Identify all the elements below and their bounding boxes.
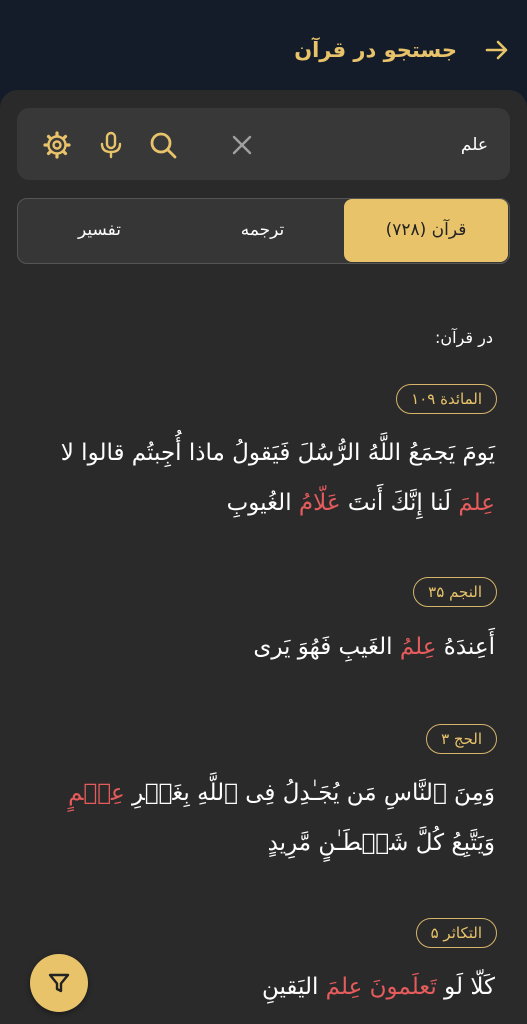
verse-text[interactable]: كَلّا لَو تَعلَمونَ عِلمَ اليَقينِ [33, 962, 495, 1012]
highlighted-match: عِلمَ [458, 490, 495, 516]
search-input[interactable] [316, 126, 490, 164]
verse-segment: الغُيوبِ [226, 490, 299, 516]
tab-tafsir[interactable]: تفسیر [18, 199, 181, 262]
highlighted-match: عِلۡمٍ [68, 780, 125, 806]
close-icon [232, 135, 252, 155]
result-type-tabs: قرآن (۷۲۸) ترجمه تفسیر [17, 198, 510, 264]
filter-button[interactable] [30, 954, 88, 1012]
verse-reference-badge[interactable]: النجم ۳۵ [413, 577, 497, 607]
section-heading: در قرآن: [435, 328, 493, 347]
clear-button[interactable] [227, 130, 257, 160]
content-sheet: قرآن (۷۲۸) ترجمه تفسیر در قرآن: المائدة … [0, 90, 527, 1024]
top-app-bar: جستجو در قرآن [0, 0, 527, 100]
verse-segment: اليَقينِ [261, 974, 326, 1000]
search-icon [150, 132, 177, 159]
page-title: جستجو در قرآن [294, 38, 457, 62]
tab-quran[interactable]: قرآن (۷۲۸) [344, 199, 508, 262]
tab-translation[interactable]: ترجمه [181, 199, 344, 262]
voice-search-button[interactable] [96, 130, 126, 160]
highlighted-match: عَلّامُ [298, 490, 341, 516]
verse-text[interactable]: يَومَ يَجمَعُ اللَّهُ الرُّسُلَ فَيَقولُ… [33, 428, 495, 528]
verse-text[interactable]: أَعِندَهُ عِلمُ الغَيبِ فَهُوَ يَرى [33, 622, 495, 672]
search-button[interactable] [148, 130, 178, 160]
verse-reference-badge[interactable]: التكاثر ۵ [415, 918, 497, 948]
verse-segment: كَلّا لَو [436, 974, 495, 1000]
filter-icon [48, 973, 70, 993]
verse-segment: وَمِنَ ٱلنَّاسِ مَن يُجَـٰدِلُ فِى ٱللَّ… [124, 780, 495, 806]
verse-segment: وَيَتَّبِعُ كُلَّ شَيۡطَـٰنٍ مَّرِيدٍ [267, 830, 495, 856]
verse-segment: أَعِندَهُ [436, 634, 495, 660]
verse-reference-badge[interactable]: المائدة ۱۰۹ [396, 384, 497, 414]
microphone-icon [100, 131, 122, 159]
verse-reference-badge[interactable]: الحج ۳ [426, 724, 497, 754]
arrow-right-icon [485, 40, 508, 60]
gear-icon [43, 131, 71, 159]
search-settings-button[interactable] [42, 130, 72, 160]
verse-segment: الغَيبِ فَهُوَ يَرى [253, 634, 400, 660]
verse-segment: لَنا إِنَّكَ أَنتَ [340, 490, 459, 516]
highlighted-match: عِلمُ [399, 634, 437, 660]
verse-text[interactable]: وَمِنَ ٱلنَّاسِ مَن يُجَـٰدِلُ فِى ٱللَّ… [33, 768, 495, 868]
back-button[interactable] [481, 34, 513, 66]
highlighted-match: تَعلَمونَ عِلمَ [325, 974, 437, 1000]
search-bar [17, 108, 510, 180]
verse-segment: يَومَ يَجمَعُ اللَّهُ الرُّسُلَ فَيَقولُ… [60, 440, 495, 466]
